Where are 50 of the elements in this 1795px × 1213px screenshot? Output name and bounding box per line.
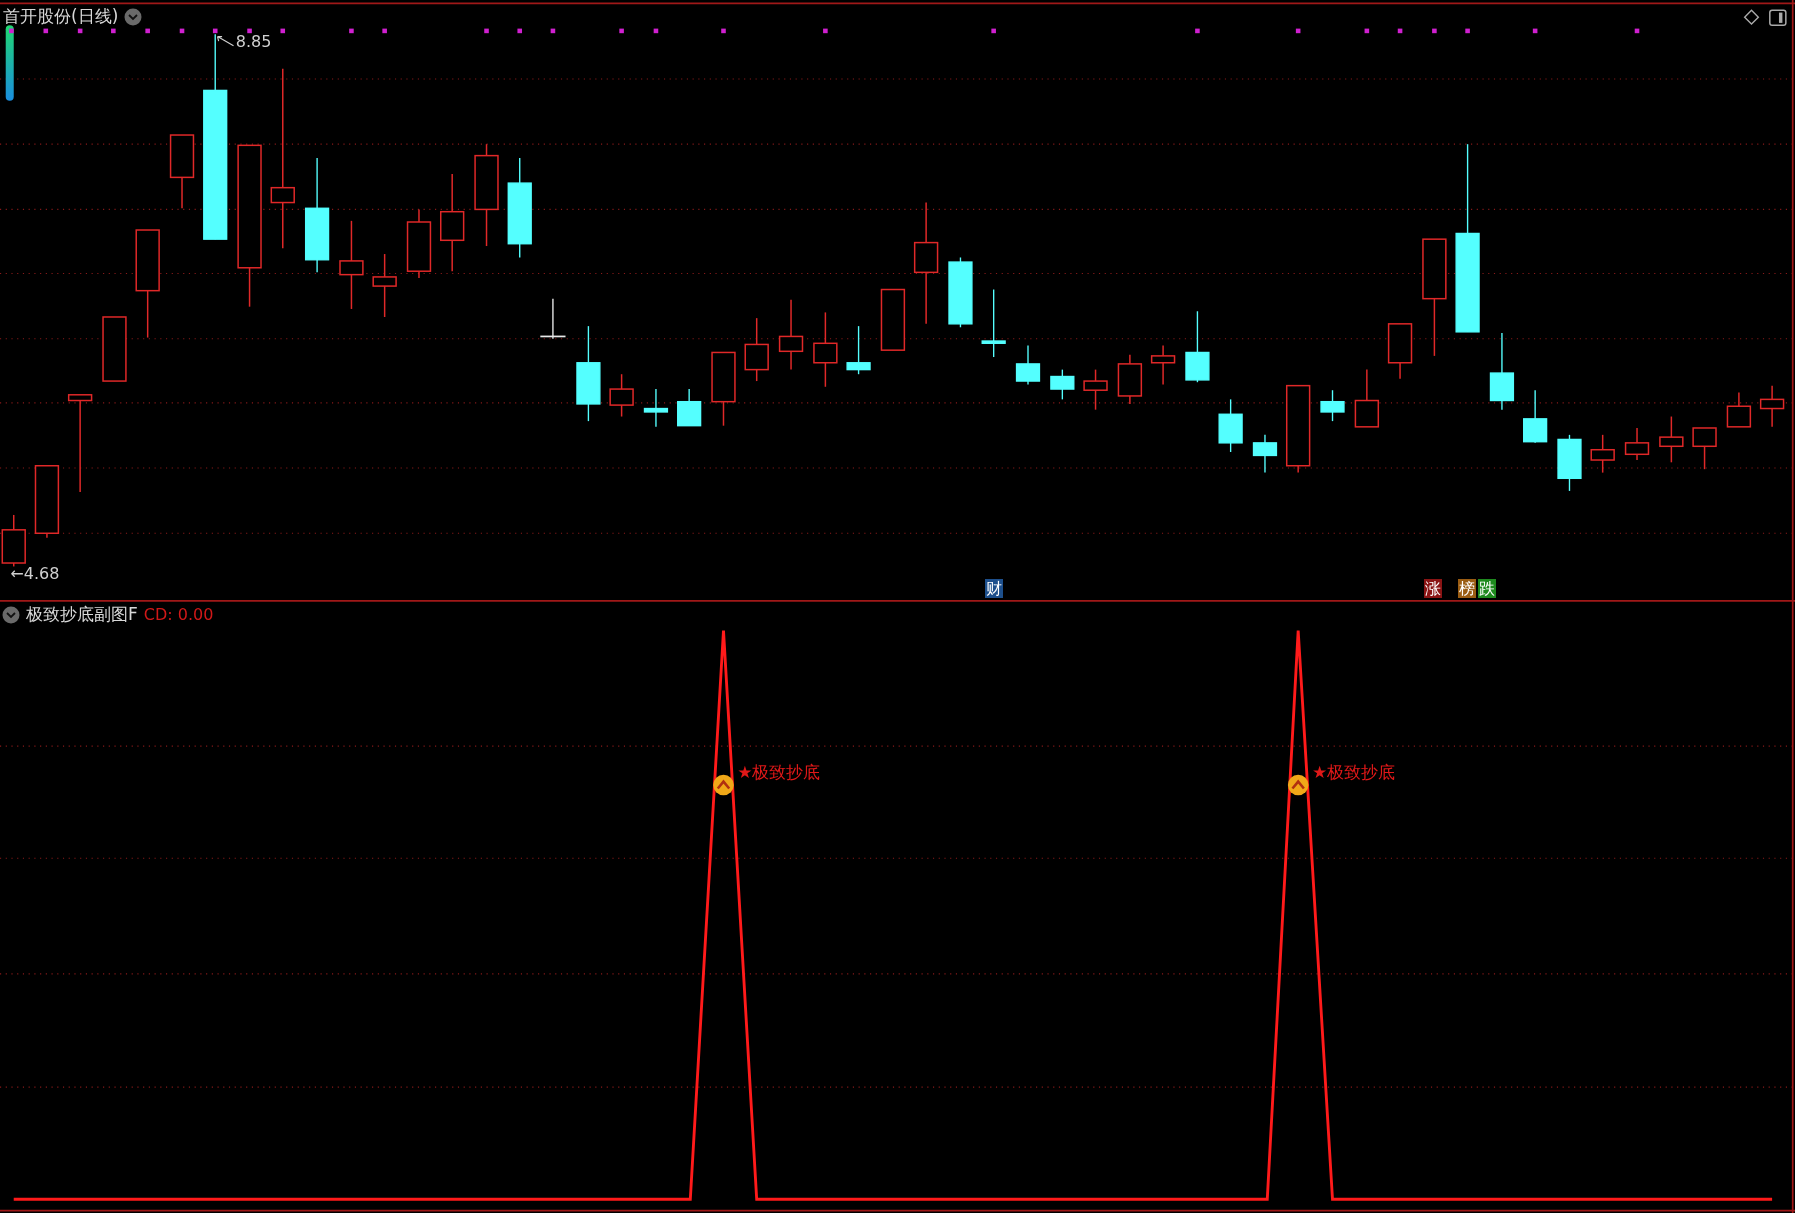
chart-title: 首开股份(日线): [3, 5, 119, 28]
up-chevron-icon: [713, 774, 734, 796]
candlestick: [1083, 368, 1108, 411]
event-tag[interactable]: 涨: [1424, 579, 1443, 599]
candlestick: [1150, 344, 1176, 386]
candlestick: [406, 208, 432, 279]
candlestick: [677, 388, 702, 427]
candlestick: [1659, 415, 1684, 464]
candlestick: [1557, 434, 1582, 492]
candlestick: [981, 288, 1006, 358]
candlestick: [102, 316, 127, 382]
price-label: 8.85: [235, 32, 272, 52]
candlestick: [1320, 389, 1345, 422]
candlestick: [1692, 427, 1717, 470]
collapse-icon[interactable]: [2, 605, 20, 624]
event-tag[interactable]: 财: [984, 579, 1003, 599]
candlestick: [1387, 323, 1413, 380]
indicator-title: 极致抄底副图F: [26, 603, 138, 627]
candlestick: [1523, 389, 1548, 444]
candlestick: [744, 317, 769, 382]
indicator-reading: CD: 0.00: [143, 605, 214, 625]
candlestick: [1590, 434, 1615, 474]
candlestick: [1354, 368, 1380, 428]
candlestick: [1726, 391, 1752, 428]
event-tag[interactable]: 跌: [1477, 579, 1496, 599]
candlestick: [948, 256, 973, 328]
candlestick: [1218, 398, 1243, 453]
signal-label: ★极致抄底: [1311, 761, 1396, 785]
price-label: ←4.68: [10, 564, 60, 584]
dropdown-icon[interactable]: [124, 7, 143, 26]
panel-toggle-icon[interactable]: [1769, 9, 1787, 26]
gradient-bar-icon: [5, 25, 14, 101]
up-chevron-icon: [1287, 774, 1309, 796]
candlestick: [609, 373, 634, 418]
candlestick: [1624, 427, 1650, 461]
candlestick: [1117, 354, 1143, 405]
candlestick: [1015, 344, 1041, 386]
candlestick: [778, 299, 804, 371]
candlestick: [372, 253, 397, 318]
leader-line: [216, 36, 235, 47]
candlestick: [643, 388, 669, 428]
candlestick: [1759, 384, 1785, 428]
candlestick: [1252, 434, 1278, 474]
candlestick: [880, 288, 906, 351]
candlestick: [1050, 368, 1075, 401]
event-tag[interactable]: 榜: [1458, 579, 1477, 599]
candlestick: [846, 325, 871, 375]
candlestick: [539, 298, 567, 340]
signal-label: ★极致抄底: [737, 761, 821, 785]
diamond-icon[interactable]: [1743, 9, 1760, 25]
